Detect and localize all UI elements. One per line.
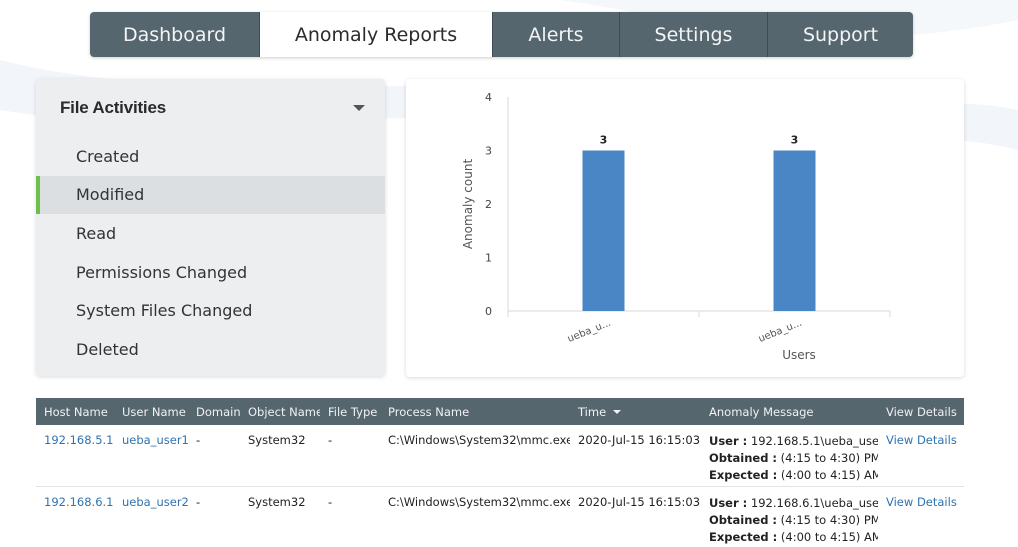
panel-item-modified[interactable]: Modified [36, 175, 385, 215]
x-tick-label: ueba_u... [757, 318, 804, 345]
msg-expected-value: (4:00 to 4:15) AM [777, 468, 878, 482]
col-user-name[interactable]: User Name [114, 398, 188, 425]
msg-expected-label: Expected : [709, 529, 778, 544]
sort-down-icon[interactable] [613, 410, 622, 414]
table-row: 192.168.5.1 ueba_user1 - System32 - C:\W… [36, 425, 964, 486]
time-cell: 2020-Jul-15 16:15:03 [578, 494, 701, 509]
bar-data-label: 3 [600, 134, 608, 147]
bar[interactable] [773, 150, 816, 312]
panel-header[interactable]: File Activities [36, 79, 385, 137]
anomaly-bar-chart: 0 1 2 3 4 3 ueba_u... 3 ueba_u... Anomaly count… [461, 91, 891, 362]
y-tick-label: 4 [485, 91, 492, 104]
tab-support[interactable]: Support [768, 12, 913, 57]
col-time[interactable]: Time [570, 398, 701, 425]
panel-item-permissions-changed[interactable]: Permissions Changed [36, 253, 385, 292]
process-name-cell: C:\Windows\System32\mmc.exe [388, 494, 570, 509]
anomaly-table: Host Name User Name Domain Object Name F… [36, 398, 964, 547]
time-cell: 2020-Jul-15 16:15:03 [578, 433, 701, 447]
panel-item-read[interactable]: Read [36, 214, 385, 253]
col-process-name[interactable]: Process Name [380, 398, 570, 425]
x-tick-label: ueba_u... [566, 318, 613, 345]
col-file-type[interactable]: File Type [320, 398, 380, 425]
col-host-name[interactable]: Host Name [36, 398, 114, 425]
process-name-cell: C:\Windows\System32\mmc.exe [388, 433, 570, 447]
view-details-link[interactable]: View Details [878, 425, 964, 486]
anomaly-message-cell: User : 192.168.6.1\ueba_user2 Obtained :… [701, 486, 878, 547]
table-row: 192.168.6.1 ueba_user2 - System32 - C:\W… [36, 486, 964, 547]
top-navigation: Dashboard Anomaly Reports Alerts Setting… [90, 12, 913, 57]
tab-anomaly-reports[interactable]: Anomaly Reports [260, 12, 493, 57]
caret-down-icon[interactable] [353, 105, 365, 111]
tab-alerts[interactable]: Alerts [493, 12, 620, 57]
bar[interactable] [582, 150, 625, 312]
msg-obtained-label: Obtained : [709, 512, 778, 527]
domain-cell: - [196, 494, 201, 509]
y-tick-label: 3 [485, 145, 492, 158]
panel-title: File Activities [60, 98, 166, 117]
y-tick-label: 1 [485, 252, 492, 265]
msg-expected-value: (4:00 to 4:15) AM [777, 529, 878, 544]
panel-item-created[interactable]: Created [36, 137, 385, 176]
col-time-label: Time [578, 404, 607, 419]
file-type-cell: - [328, 433, 333, 447]
msg-user-label: User : [709, 434, 748, 448]
panel-item-deleted[interactable]: Deleted [36, 330, 385, 369]
user-name-link[interactable]: ueba_user2 [114, 486, 188, 547]
msg-user-value: 192.168.5.1\ueba_user1 [747, 434, 878, 448]
msg-expected-label: Expected : [709, 468, 778, 482]
file-type-cell: - [328, 494, 333, 509]
msg-obtained-label: Obtained : [709, 451, 778, 465]
bar-data-label: 3 [791, 134, 799, 147]
y-axis-label: Anomaly count [461, 159, 475, 250]
msg-obtained-value: (4:15 to 4:30) PM [777, 451, 878, 465]
anomaly-chart-card: 0 1 2 3 4 3 ueba_u... 3 ueba_u... Anomaly count… [406, 79, 964, 377]
object-name-cell: System32 [248, 433, 306, 447]
domain-cell: - [196, 433, 201, 447]
col-domain[interactable]: Domain [188, 398, 240, 425]
file-activities-panel: File Activities Created Modified Read Pe… [36, 79, 385, 376]
tab-dashboard[interactable]: Dashboard [90, 12, 260, 57]
msg-user-value: 192.168.6.1\ueba_user2 [747, 495, 878, 510]
table-header-row: Host Name User Name Domain Object Name F… [36, 398, 964, 425]
anomaly-message-cell: User : 192.168.5.1\ueba_user1 Obtained :… [701, 425, 878, 486]
host-name-link[interactable]: 192.168.5.1 [36, 425, 114, 486]
y-tick-label: 0 [485, 305, 492, 318]
view-details-link[interactable]: View Details [878, 486, 964, 547]
host-name-link[interactable]: 192.168.6.1 [36, 486, 114, 547]
col-view-details[interactable]: View Details [878, 398, 964, 425]
msg-obtained-value: (4:15 to 4:30) PM [777, 512, 878, 527]
msg-user-label: User : [709, 495, 748, 510]
y-tick-label: 2 [485, 198, 492, 211]
panel-item-system-files-changed[interactable]: System Files Changed [36, 291, 385, 330]
object-name-cell: System32 [248, 494, 306, 509]
col-anomaly-message[interactable]: Anomaly Message [701, 398, 878, 425]
x-axis-label: Users [782, 348, 816, 362]
col-object-name[interactable]: Object Name [240, 398, 320, 425]
tab-settings[interactable]: Settings [620, 12, 768, 57]
user-name-link[interactable]: ueba_user1 [114, 425, 188, 486]
